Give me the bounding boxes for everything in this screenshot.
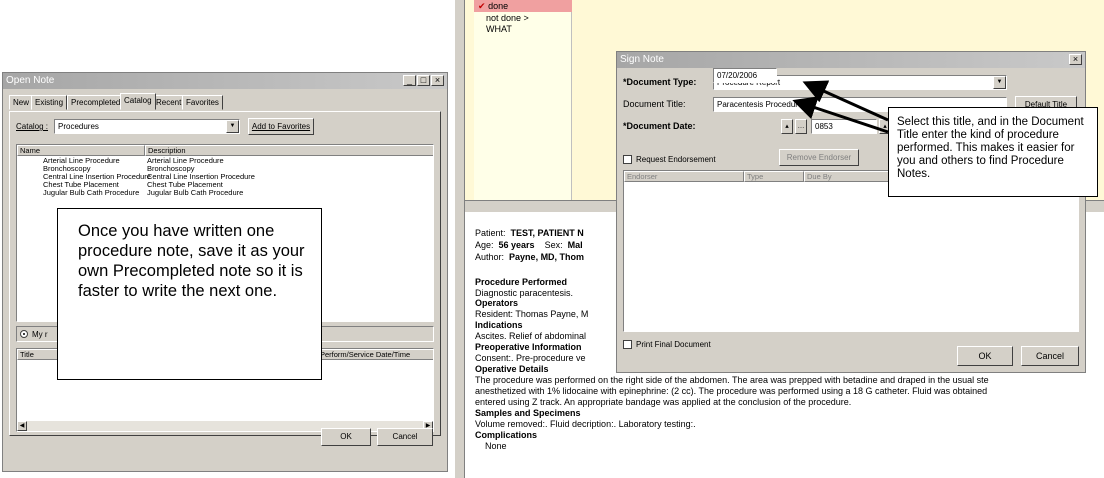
chevron-down-icon[interactable]: ▼ bbox=[226, 120, 239, 133]
date-spinner-button[interactable]: ▴ bbox=[781, 119, 793, 134]
column-header-type[interactable]: Type bbox=[744, 171, 804, 182]
callout-right: Select this title, and in the Document T… bbox=[888, 107, 1098, 197]
radio-button[interactable] bbox=[20, 330, 28, 338]
column-header-name[interactable]: Name bbox=[17, 145, 145, 156]
section-text: entered using Z track. An appropriate ba… bbox=[475, 397, 852, 407]
add-to-favorites-button[interactable]: Add to Favorites bbox=[248, 118, 314, 135]
tab-recent[interactable]: Recent bbox=[152, 95, 186, 110]
section-heading: Operative Details bbox=[475, 364, 549, 374]
tab-favorites[interactable]: Favorites bbox=[182, 95, 223, 110]
callout-right-text: Select this title, and in the Document T… bbox=[897, 116, 1084, 180]
sex-label: Sex: bbox=[544, 240, 563, 250]
list-item-desc: Jugular Bulb Cath Procedure bbox=[147, 188, 244, 197]
open-note-title: Open Note bbox=[6, 75, 55, 86]
tab-existing[interactable]: Existing bbox=[31, 95, 68, 110]
document-time-input[interactable]: 0853 bbox=[811, 119, 877, 134]
tab-precompleted[interactable]: Precompleted bbox=[67, 95, 125, 110]
column-header-date[interactable]: Perform/Service Date/Time bbox=[317, 349, 433, 360]
document-type-label: *Document Type: bbox=[623, 77, 697, 87]
check-icon: ✔ bbox=[478, 1, 486, 11]
section-text: None bbox=[485, 441, 507, 451]
remove-endorser-button[interactable]: Remove Endorser bbox=[779, 149, 859, 166]
section-heading: Procedure Performed bbox=[475, 277, 568, 287]
sex-value: Mal bbox=[567, 240, 583, 250]
print-final-checkbox[interactable] bbox=[623, 340, 632, 349]
section-text: The procedure was performed on the right… bbox=[475, 375, 989, 385]
catalog-label: Catalog : bbox=[16, 122, 49, 131]
list-item[interactable]: Jugular Bulb Cath Procedure bbox=[43, 189, 139, 197]
age-value: 56 years bbox=[498, 240, 535, 250]
status-item-what[interactable]: WHAT bbox=[486, 24, 512, 34]
patient-label: Patient: bbox=[475, 228, 506, 238]
open-note-titlebar: Open Note _ □ × bbox=[3, 73, 447, 89]
author-label: Author: bbox=[475, 252, 505, 262]
divider-bar bbox=[454, 0, 465, 478]
column-header-description[interactable]: Description bbox=[145, 145, 433, 156]
sign-note-title: Sign Note bbox=[620, 54, 664, 65]
date-picker-button[interactable]: … bbox=[795, 119, 807, 134]
age-label: Age: bbox=[475, 240, 494, 250]
maximize-icon[interactable]: □ bbox=[417, 75, 430, 86]
section-text: Ascites. Relief of abdominal bbox=[475, 331, 587, 341]
section-heading: Indications bbox=[475, 320, 523, 330]
document-date-input[interactable]: 07/20/2006 bbox=[713, 68, 777, 83]
column-header-endorser[interactable]: Endorser bbox=[624, 171, 744, 182]
section-heading: Samples and Specimens bbox=[475, 408, 581, 418]
section-heading: Operators bbox=[475, 298, 519, 308]
print-final-label: Print Final Document bbox=[636, 340, 711, 349]
close-icon[interactable]: × bbox=[431, 75, 444, 86]
document-title-label: Document Title: bbox=[623, 99, 686, 109]
status-item-not-done[interactable]: not done > bbox=[486, 13, 529, 23]
section-text: Resident: Thomas Payne, M bbox=[475, 309, 589, 319]
section-text: Volume removed:. Fluid decription:. Labo… bbox=[475, 419, 696, 429]
callout-left-text: Once you have written one procedure note… bbox=[78, 222, 305, 300]
section-text: Diagnostic paracentesis. bbox=[475, 288, 574, 298]
section-heading: Complications bbox=[475, 430, 538, 440]
document-date-label: *Document Date: bbox=[623, 121, 696, 131]
sign-note-titlebar: Sign Note × bbox=[617, 52, 1085, 68]
cancel-button[interactable]: Cancel bbox=[377, 428, 433, 446]
tab-new[interactable]: New bbox=[9, 95, 34, 110]
scroll-left-icon[interactable]: ◀ bbox=[17, 421, 27, 431]
cancel-button[interactable]: Cancel bbox=[1021, 346, 1079, 366]
section-text: anesthetized with 1% lidocaine with epin… bbox=[475, 386, 988, 396]
status-list: ✔ done not done > WHAT bbox=[474, 0, 572, 200]
author-value: Payne, MD, Thom bbox=[509, 252, 585, 262]
tab-catalog[interactable]: Catalog bbox=[120, 93, 156, 110]
sign-note-dialog: Sign Note × *Document Type: Procedure Re… bbox=[616, 51, 1086, 373]
ok-button[interactable]: OK bbox=[321, 428, 371, 446]
section-text: Consent:. Pre-procedure ve bbox=[475, 353, 586, 363]
callout-left: Once you have written one procedure note… bbox=[57, 208, 322, 380]
catalog-select[interactable]: Procedures ▼ bbox=[54, 119, 240, 134]
request-endorsement-label: Request Endorsement bbox=[636, 155, 716, 164]
chevron-down-icon[interactable]: ▼ bbox=[993, 76, 1006, 89]
section-heading: Preoperative Information bbox=[475, 342, 582, 352]
patient-name: TEST, PATIENT N bbox=[510, 228, 584, 238]
radio-label: My r bbox=[32, 330, 48, 339]
status-item-done[interactable]: ✔ done bbox=[474, 0, 572, 12]
close-icon[interactable]: × bbox=[1069, 54, 1082, 65]
ok-button[interactable]: OK bbox=[957, 346, 1013, 366]
minimize-icon[interactable]: _ bbox=[403, 75, 416, 86]
request-endorsement-checkbox[interactable] bbox=[623, 155, 632, 164]
